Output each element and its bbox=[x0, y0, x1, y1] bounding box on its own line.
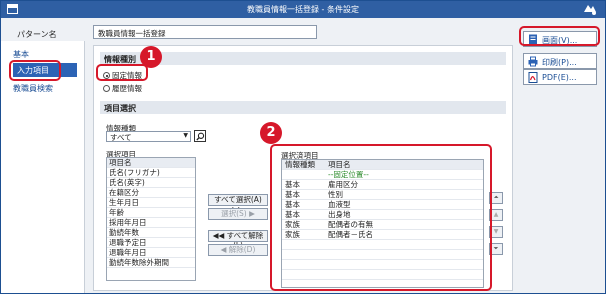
app-logo-icon bbox=[584, 5, 596, 15]
pdf-button[interactable]: PDF(E)... bbox=[523, 69, 597, 85]
pattern-name-label: パターン名 bbox=[17, 30, 57, 39]
highlight-box-fixed-info bbox=[96, 64, 148, 81]
highlight-box-sidebar bbox=[9, 60, 61, 81]
sidebar-item-staff-search[interactable]: 教職員検索 bbox=[13, 83, 53, 94]
move-bottom-icon: ⏷ bbox=[493, 245, 499, 252]
pattern-name-input[interactable]: 教職員情報一括登録 bbox=[93, 25, 317, 39]
select-button[interactable]: 選択(S) ▶ bbox=[208, 208, 268, 220]
callout-badge-1: 1 bbox=[140, 46, 162, 68]
list-item[interactable]: 勤続年数除外期間 bbox=[107, 258, 195, 268]
list-item[interactable]: 年齢 bbox=[107, 208, 195, 218]
list-item[interactable]: 生年月日 bbox=[107, 198, 195, 208]
callout-badge-2: 2 bbox=[260, 122, 282, 144]
chevron-down-icon: ▼ bbox=[183, 132, 188, 139]
app-window: 教職員情報一括登録 - 条件設定 パターン名 教職員情報一括登録 基本 入力項目… bbox=[0, 0, 606, 294]
print-button[interactable]: 印刷(P)... bbox=[523, 53, 597, 69]
item-select-heading: 項目選択 bbox=[100, 101, 506, 114]
action-panel: 画面(V)... 印刷(P)... PDF(E)... bbox=[516, 19, 604, 293]
title-bar: 教職員情報一括登録 - 条件設定 bbox=[1, 1, 605, 18]
radio-unselected-icon bbox=[103, 85, 110, 92]
search-icon bbox=[195, 132, 204, 141]
list-item[interactable]: 氏名(フリガナ) bbox=[107, 168, 195, 178]
move-up-icon: ▲ bbox=[493, 211, 499, 218]
list-item[interactable]: 氏名(英字) bbox=[107, 178, 195, 188]
clear-all-button[interactable]: ◀◀ すべて解除(L) bbox=[208, 230, 268, 250]
select-all-label: すべて選択(A) bbox=[214, 195, 262, 204]
available-items-header: 項目名 bbox=[107, 158, 195, 168]
list-item[interactable]: 採用年月日 bbox=[107, 218, 195, 228]
radio-history-info-label: 履歴情報 bbox=[112, 84, 142, 93]
category-select[interactable]: すべて ▼ bbox=[106, 131, 191, 142]
radio-history-info[interactable]: 履歴情報 bbox=[103, 83, 142, 94]
list-item[interactable]: 退職年月日 bbox=[107, 248, 195, 258]
highlight-box-screen-button bbox=[519, 26, 600, 46]
list-item[interactable]: 勤続年数 bbox=[107, 228, 195, 238]
available-items-list[interactable]: 項目名 氏名(フリガナ) 氏名(英字) 在籍区分 生年月日 年齢 採用年月日 勤… bbox=[106, 157, 196, 281]
move-down-icon: ▼ bbox=[493, 228, 499, 235]
search-button[interactable] bbox=[194, 130, 206, 142]
category-select-value: すべて bbox=[110, 133, 132, 142]
sidebar-item-basic[interactable]: 基本 bbox=[13, 49, 29, 60]
window-title: 教職員情報一括登録 - 条件設定 bbox=[247, 5, 359, 14]
pattern-bar: パターン名 教職員情報一括登録 bbox=[1, 18, 605, 40]
list-item[interactable]: 在籍区分 bbox=[107, 188, 195, 198]
list-item[interactable]: 退職予定日 bbox=[107, 238, 195, 248]
printer-icon bbox=[528, 56, 538, 67]
highlight-box-selected-items bbox=[270, 144, 492, 291]
select-all-button[interactable]: すべて選択(A) ▶▶ bbox=[208, 194, 268, 214]
pdf-button-label: PDF(E)... bbox=[542, 73, 577, 82]
clear-button[interactable]: ◀ 解除(D) bbox=[208, 244, 268, 256]
print-button-label: 印刷(P)... bbox=[542, 58, 577, 67]
clear-label: 解除(D) bbox=[228, 245, 256, 254]
select-label: 選択(S) bbox=[221, 209, 247, 218]
pdf-icon bbox=[528, 72, 538, 83]
move-top-icon: ⏶ bbox=[493, 194, 499, 201]
